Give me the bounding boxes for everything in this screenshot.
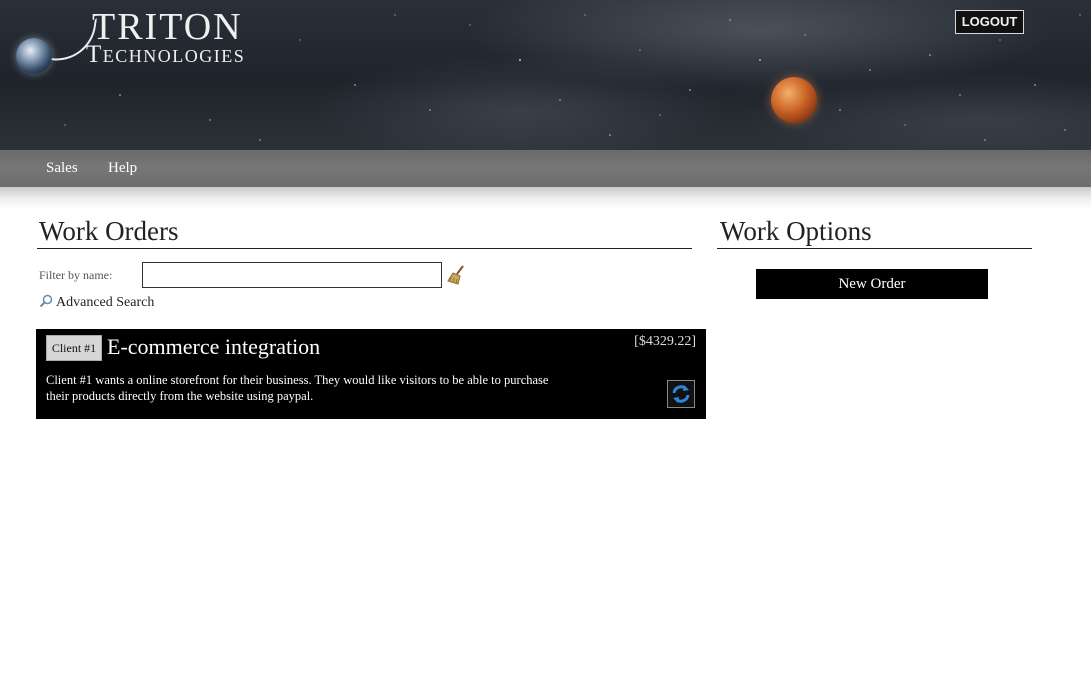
main-nav: Sales Help bbox=[0, 151, 1091, 187]
work-order-card: Client #1 E-commerce integration [$4329.… bbox=[36, 329, 706, 419]
magnifier-icon bbox=[39, 294, 53, 308]
nav-shadow bbox=[0, 187, 1091, 209]
work-orders-divider bbox=[37, 248, 692, 249]
order-description: Client #1 wants a online storefront for … bbox=[46, 373, 549, 403]
nav-item-sales[interactable]: Sales bbox=[46, 160, 78, 177]
advanced-search-label: Advanced Search bbox=[56, 295, 155, 310]
filter-label: Filter by name: bbox=[39, 268, 113, 282]
new-order-button[interactable]: New Order bbox=[756, 269, 988, 299]
logout-button[interactable]: LOGOUT bbox=[955, 10, 1024, 34]
refresh-order-button[interactable] bbox=[667, 380, 695, 408]
nav-item-help[interactable]: Help bbox=[108, 160, 137, 177]
planet-decoration bbox=[771, 77, 817, 123]
order-title[interactable]: E-commerce integration bbox=[107, 334, 320, 360]
advanced-search-link[interactable]: Advanced Search bbox=[39, 294, 154, 311]
logo-globe-icon bbox=[16, 38, 52, 74]
order-price: [$4329.22] bbox=[634, 334, 696, 349]
client-badge[interactable]: Client #1 bbox=[46, 335, 102, 361]
work-orders-title: Work Orders bbox=[39, 216, 179, 246]
logo-wordmark-line2: Technologies bbox=[86, 41, 246, 68]
refresh-icon bbox=[672, 385, 690, 403]
site-header: TRITON Technologies LOGOUT bbox=[0, 0, 1091, 151]
filter-name-input[interactable] bbox=[142, 262, 442, 288]
work-options-title: Work Options bbox=[720, 216, 872, 246]
work-options-divider bbox=[717, 248, 1032, 249]
broom-icon[interactable] bbox=[446, 264, 468, 286]
